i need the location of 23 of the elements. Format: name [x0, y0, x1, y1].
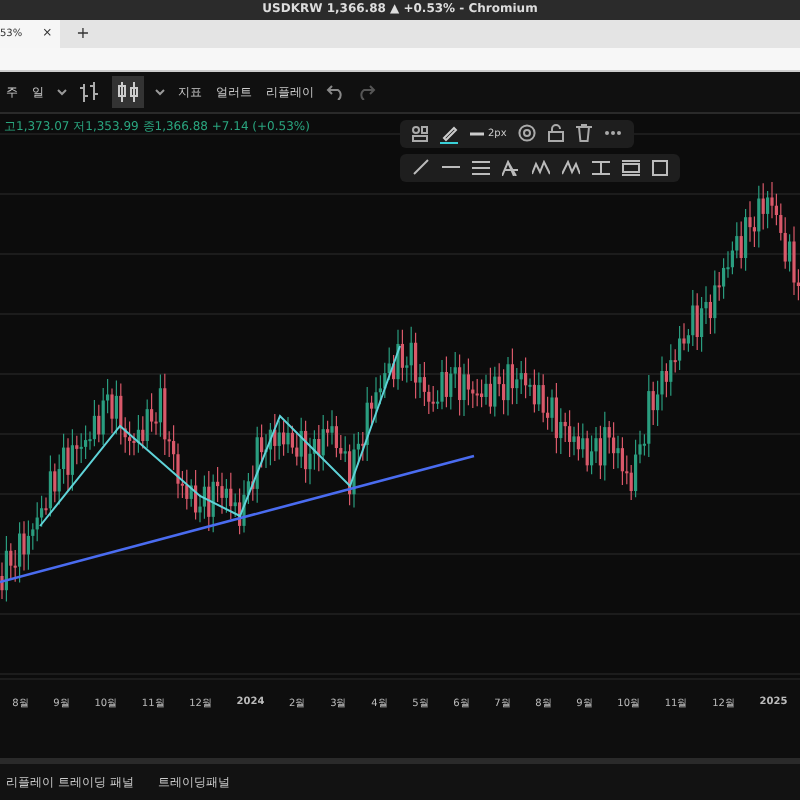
template-icon[interactable] — [412, 125, 428, 142]
ray-tool-icon[interactable] — [442, 164, 460, 171]
bar-chart-icon[interactable] — [78, 80, 102, 105]
redo-icon[interactable] — [356, 84, 376, 101]
range-tool-icon[interactable] — [592, 159, 610, 176]
target-icon[interactable] — [518, 124, 537, 143]
pencil-icon[interactable] — [440, 123, 458, 144]
channel-tool-icon[interactable] — [472, 159, 490, 176]
trend-line[interactable] — [0, 454, 475, 584]
trash-icon[interactable] — [576, 124, 593, 143]
rectangle-tool-icon[interactable] — [652, 159, 668, 176]
caret-icon[interactable] — [56, 86, 68, 99]
more-icon[interactable] — [604, 130, 623, 137]
undo-icon[interactable] — [326, 84, 346, 101]
candle-icon[interactable] — [112, 76, 144, 109]
caret-icon[interactable] — [154, 86, 166, 99]
new-tab-button[interactable]: + — [76, 24, 90, 43]
lock-icon[interactable] — [548, 124, 565, 143]
line-tool-icon[interactable] — [412, 158, 430, 177]
pattern-line[interactable] — [39, 344, 401, 527]
line-icon — [470, 131, 484, 136]
pitchfork-tool-icon[interactable] — [502, 159, 520, 176]
range-tool-icon[interactable] — [622, 159, 640, 176]
